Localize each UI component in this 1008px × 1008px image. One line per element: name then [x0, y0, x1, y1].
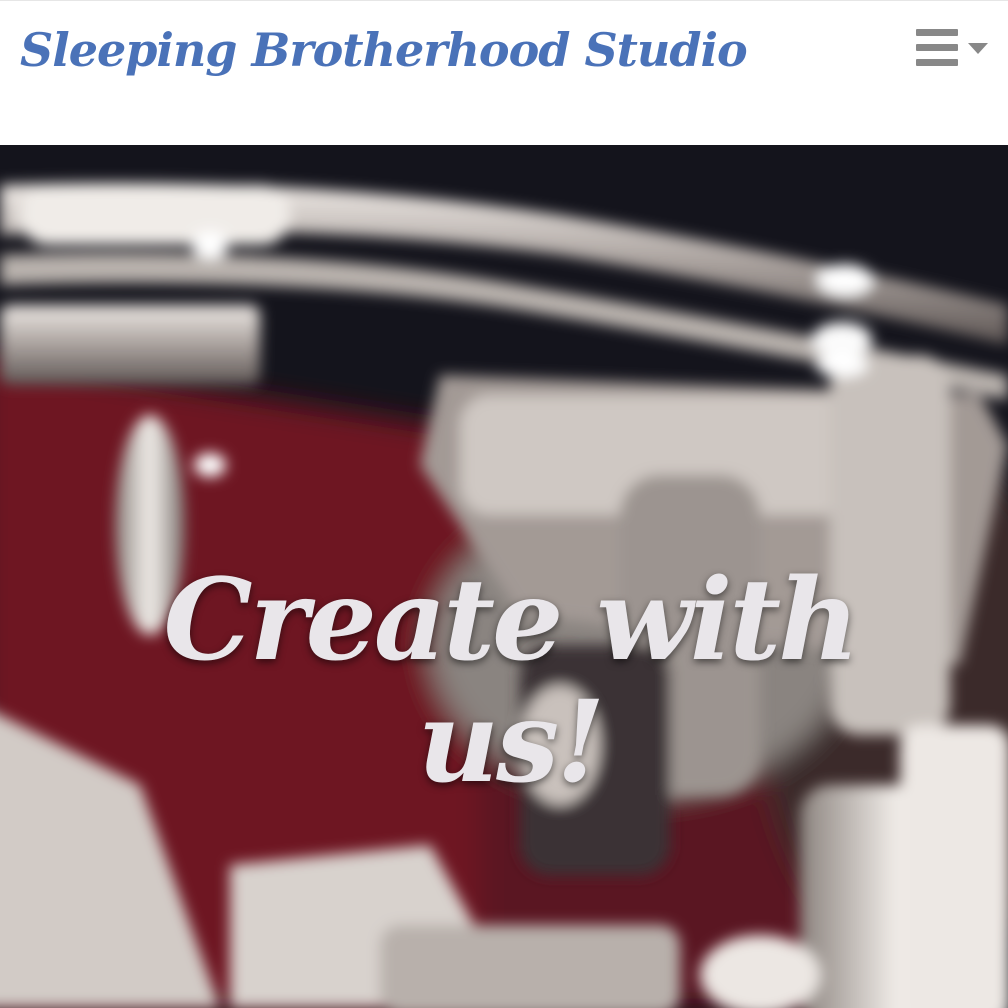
hamburger-menu-icon: [916, 29, 958, 67]
brand-logo-link[interactable]: Sleeping Brotherhood Studio: [20, 23, 748, 77]
hero-title: Create with us!: [163, 555, 859, 808]
menu-toggle-button[interactable]: [910, 27, 992, 71]
caret-down-icon: [968, 43, 988, 54]
hero-banner: Create with us!: [0, 145, 1008, 1008]
top-navbar: Sleeping Brotherhood Studio: [0, 0, 1008, 145]
